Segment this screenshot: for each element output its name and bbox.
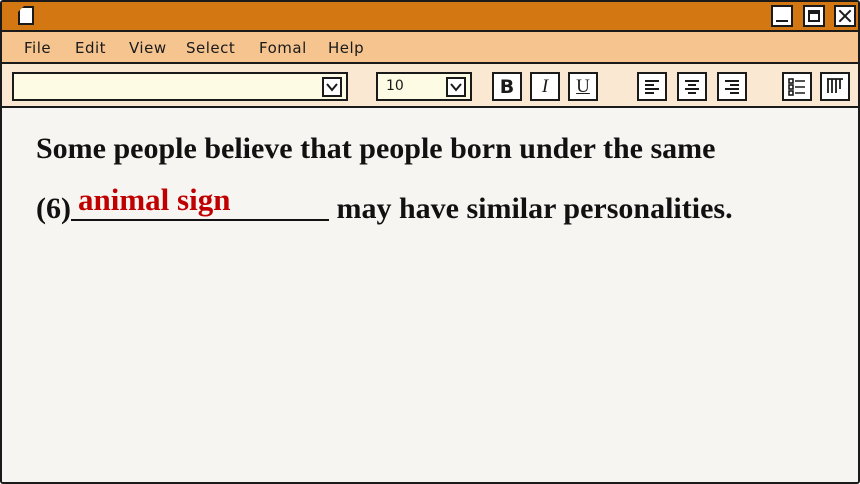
- font-family-dropdown[interactable]: [12, 72, 348, 101]
- document-canvas[interactable]: Some people believe that people born und…: [2, 108, 858, 482]
- title-bar[interactable]: [2, 2, 858, 32]
- align-left-icon: [645, 79, 659, 94]
- minimize-button[interactable]: [771, 5, 793, 27]
- document-icon: [18, 6, 34, 25]
- menu-bar: File Edit View Select Fomal Help: [2, 32, 858, 64]
- align-right-icon: [725, 79, 739, 94]
- align-left-button[interactable]: [637, 72, 667, 101]
- close-button[interactable]: [834, 5, 856, 27]
- menu-view[interactable]: View: [129, 39, 167, 57]
- sentence-continuation: may have similar personalities.: [328, 192, 733, 225]
- align-center-button[interactable]: [677, 72, 707, 101]
- underline-button[interactable]: U: [568, 72, 598, 101]
- menu-help[interactable]: Help: [328, 39, 364, 57]
- bullet-list-button[interactable]: [782, 72, 812, 101]
- formatting-toolbar: 10 B I U: [2, 64, 858, 108]
- font-size-dropdown[interactable]: 10: [376, 72, 472, 101]
- italic-button[interactable]: I: [530, 72, 560, 101]
- font-size-value: 10: [386, 78, 404, 94]
- menu-edit[interactable]: Edit: [75, 39, 106, 57]
- menu-file[interactable]: File: [24, 39, 51, 57]
- align-right-button[interactable]: [717, 72, 747, 101]
- menu-format[interactable]: Fomal: [259, 39, 307, 57]
- columns-icon: [827, 77, 843, 93]
- maximize-button[interactable]: [803, 5, 825, 27]
- bold-button[interactable]: B: [492, 72, 522, 101]
- align-center-icon: [685, 79, 699, 94]
- editor-window: File Edit View Select Fomal Help 10 B I …: [0, 0, 860, 484]
- menu-select[interactable]: Select: [186, 39, 235, 57]
- columns-button[interactable]: [820, 72, 850, 101]
- sentence-line-1: Some people believe that people born und…: [36, 132, 716, 165]
- question-number: (6): [36, 192, 71, 225]
- bullet-list-icon: [788, 77, 805, 96]
- answer-text: animal sign: [78, 182, 231, 217]
- chevron-down-icon[interactable]: [322, 77, 342, 97]
- chevron-down-icon[interactable]: [446, 77, 466, 97]
